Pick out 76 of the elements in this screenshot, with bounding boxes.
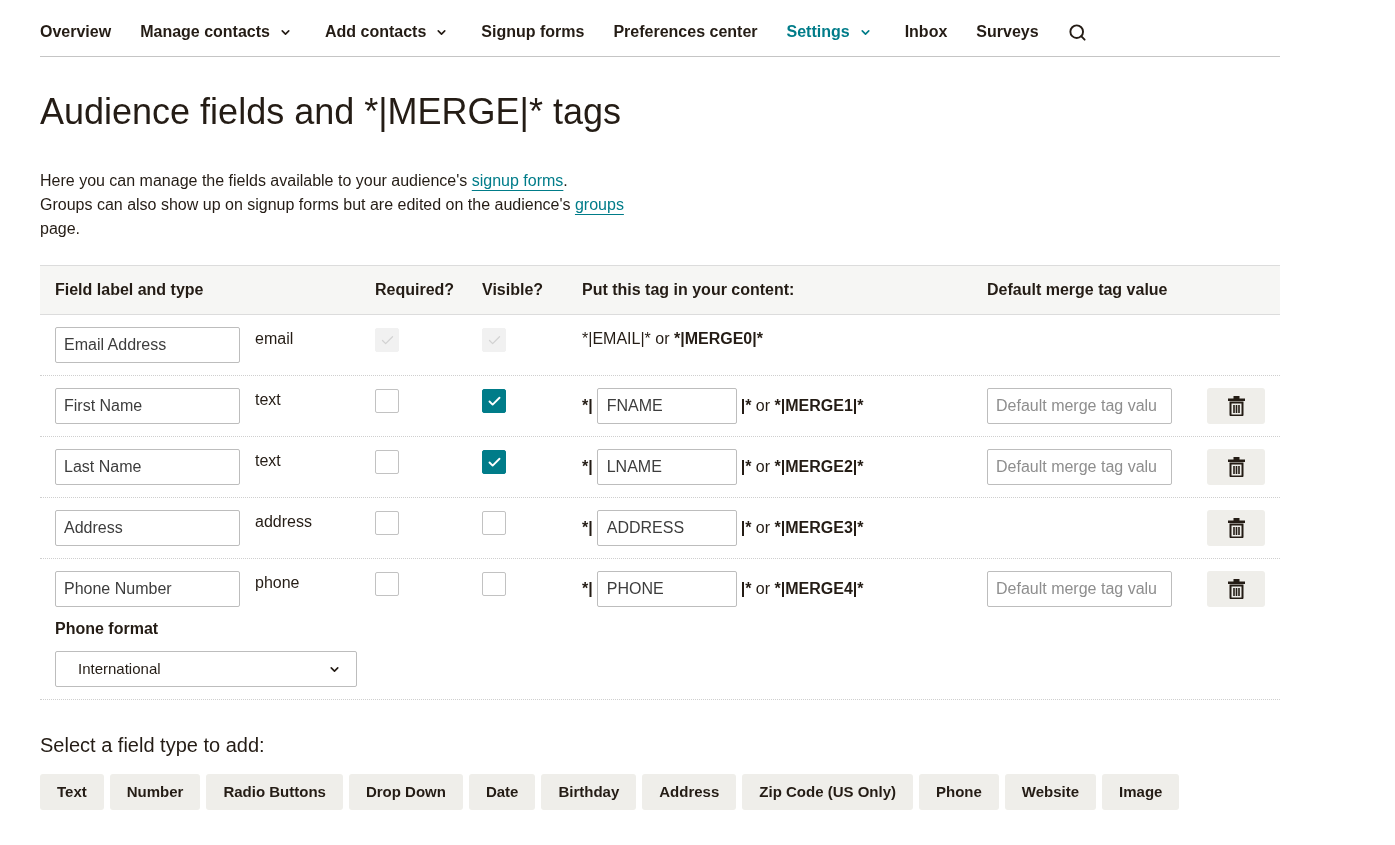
- trash-icon: [1227, 457, 1245, 477]
- required-checkbox[interactable]: [375, 511, 399, 535]
- nav-tab[interactable]: Preferences center: [613, 20, 758, 44]
- visible-checkbox[interactable]: [482, 450, 506, 474]
- nav-tab[interactable]: Signup forms: [481, 20, 585, 44]
- column-header: Put this tag in your content:: [581, 280, 796, 300]
- field-label-input[interactable]: Email Address: [55, 327, 240, 363]
- visible-checkbox[interactable]: [482, 572, 506, 596]
- search-button[interactable]: [1067, 22, 1087, 42]
- default-value-input[interactable]: Default merge tag valu: [987, 571, 1172, 607]
- merge-tag-input[interactable]: FNAME: [596, 388, 737, 424]
- intro-text: Groups can also show up on signup forms but are edited on the audience's groups page.: [40, 195, 625, 239]
- default-value-input[interactable]: Default merge tag valu: [987, 388, 1172, 424]
- nav-tab[interactable]: Manage contacts: [140, 20, 296, 44]
- delete-button[interactable]: [1207, 388, 1265, 424]
- trash-icon: [1227, 518, 1245, 538]
- tag-prefix-text: *|: [582, 457, 593, 477]
- delete-button[interactable]: [1207, 571, 1265, 607]
- field-type-button[interactable]: Date: [468, 774, 536, 810]
- required-checkbox[interactable]: [375, 389, 399, 413]
- field-type-text: address: [255, 512, 312, 532]
- text-link[interactable]: groups: [574, 196, 624, 213]
- phone-format-label: Phone format: [55, 619, 159, 639]
- search-icon: [1067, 22, 1087, 42]
- trash-icon: [1227, 396, 1245, 416]
- column-header: Required?: [374, 280, 456, 300]
- merge-tag-text: *|EMAIL|* or *|MERGE0|*: [582, 330, 763, 347]
- merge-tag-input[interactable]: PHONE: [596, 571, 737, 607]
- merge-tag-text: |* or *|MERGE3|*: [740, 518, 864, 538]
- nav-tab[interactable]: Overview: [40, 20, 112, 44]
- field-type-text: text: [255, 390, 281, 410]
- field-type-text: email: [255, 329, 294, 349]
- tag-prefix-text: *|: [582, 396, 593, 416]
- field-label-input[interactable]: First Name: [55, 388, 240, 424]
- required-checkbox[interactable]: [375, 450, 399, 474]
- default-value-input[interactable]: Default merge tag valu: [987, 449, 1172, 485]
- page-title: Audience fields and *|MERGE|* tags: [40, 90, 622, 134]
- nav-tab[interactable]: Add contacts: [324, 20, 453, 44]
- merge-tag-text: |* or *|MERGE4|*: [740, 579, 864, 599]
- merge-tag-input[interactable]: LNAME: [596, 449, 737, 485]
- field-label-input[interactable]: Last Name: [55, 449, 240, 485]
- field-type-button[interactable]: Number: [109, 774, 201, 810]
- merge-tag-input[interactable]: ADDRESS: [596, 510, 737, 546]
- field-type-button[interactable]: Zip Code (US Only): [742, 774, 913, 810]
- field-type-button[interactable]: Text: [40, 774, 104, 810]
- tag-prefix-text: *|: [582, 579, 593, 599]
- section-heading: Select a field type to add:: [40, 733, 265, 758]
- required-checkbox[interactable]: [375, 572, 399, 596]
- visible-checkbox[interactable]: [482, 511, 506, 535]
- field-type-button[interactable]: Address: [642, 774, 737, 810]
- field-type-button[interactable]: Radio Buttons: [206, 774, 343, 810]
- field-type-button[interactable]: Website: [1004, 774, 1097, 810]
- nav-tab[interactable]: Settings: [786, 20, 876, 44]
- column-header: Visible?: [481, 280, 545, 300]
- visible-checkbox[interactable]: [482, 389, 506, 413]
- delete-button[interactable]: [1207, 449, 1265, 485]
- trash-icon: [1227, 579, 1245, 599]
- field-label-input[interactable]: Phone Number: [55, 571, 240, 607]
- nav-tab[interactable]: Inbox: [904, 20, 948, 44]
- merge-tag-text: |* or *|MERGE1|*: [740, 396, 864, 416]
- field-type-button[interactable]: Birthday: [541, 774, 637, 810]
- merge-tag-text: |* or *|MERGE2|*: [740, 457, 864, 477]
- column-header: Default merge tag value: [986, 280, 1169, 300]
- intro-text: Here you can manage the fields available to your audience's signup forms.: [40, 171, 569, 191]
- column-header: Field label and type: [54, 280, 205, 300]
- field-type-button[interactable]: Drop Down: [348, 774, 463, 810]
- text-link[interactable]: signup forms: [471, 172, 564, 189]
- field-type-button[interactable]: Image: [1102, 774, 1180, 810]
- field-type-text: phone: [255, 573, 300, 593]
- phone-format-select[interactable]: International: [55, 651, 357, 687]
- tag-prefix-text: *|: [582, 518, 593, 538]
- field-type-text: text: [255, 451, 281, 471]
- field-label-input[interactable]: Address: [55, 510, 240, 546]
- nav-tab[interactable]: Surveys: [976, 20, 1039, 44]
- delete-button[interactable]: [1207, 510, 1265, 546]
- field-type-button[interactable]: Phone: [919, 774, 999, 810]
